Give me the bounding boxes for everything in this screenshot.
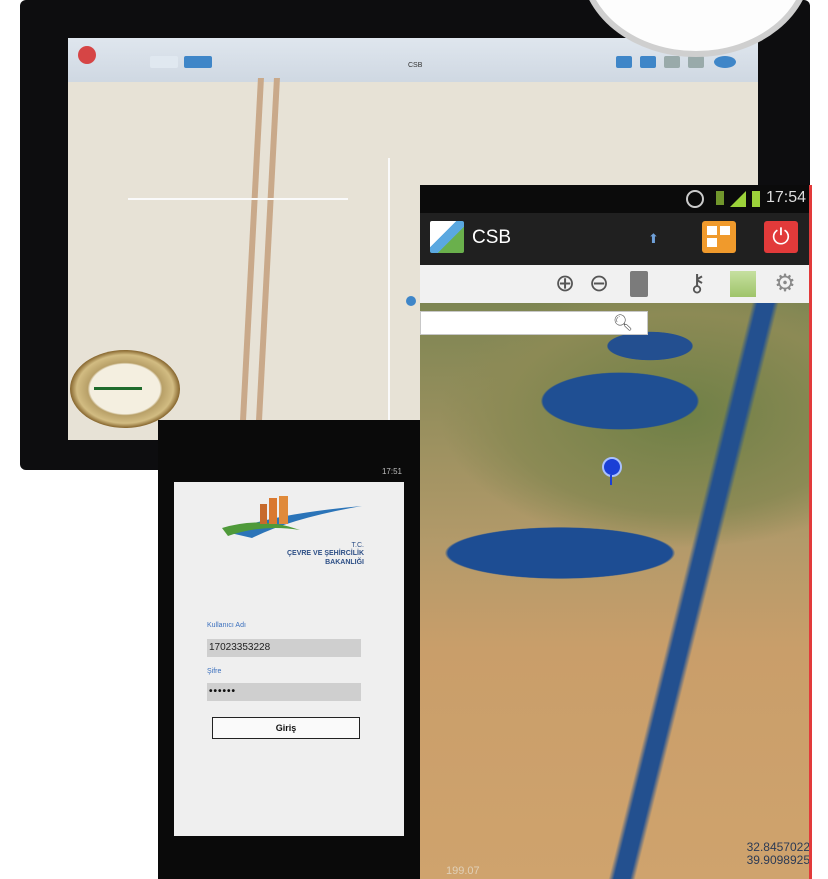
scale-label: 199.07	[446, 865, 480, 877]
tablet-tool-icon[interactable]	[664, 56, 680, 68]
status-bar: 17:54	[420, 185, 812, 213]
compass-icon	[70, 350, 180, 428]
android-phone: 17:54 CSB ⬆ ⏻ ⊕ ⊖ ⚷ ⚙ 🔍︎ 32.8457022 39.9…	[420, 185, 812, 879]
phone-bezel	[174, 836, 404, 879]
tablet-globe-icon[interactable]	[714, 56, 736, 68]
map-toolbar: ⊕ ⊖ ⚷ ⚙	[420, 265, 812, 304]
gear-icon[interactable]: ⚙	[770, 269, 800, 299]
tablet-tool-icon[interactable]	[688, 56, 704, 68]
ministry-name: ÇEVRE VE ŞEHİRCİLİK	[286, 550, 364, 557]
login-button[interactable]: Giriş	[212, 717, 360, 739]
tablet-tool-icon[interactable]	[640, 56, 656, 68]
windows-phone: 17:51 T.C. ÇEVRE VE ŞEHİRCİLİK BAKANLIĞI…	[158, 420, 420, 879]
satellite-map[interactable]: 🔍︎ 32.8457022 39.9098925 199.07	[420, 303, 812, 879]
tablet-tab[interactable]	[150, 56, 178, 68]
search-icon[interactable]: 🔍︎	[613, 313, 633, 333]
coordinates-readout: 32.8457022 39.9098925	[747, 841, 810, 867]
key-icon[interactable]: ⚷	[682, 269, 712, 299]
status-time: 17:51	[381, 467, 402, 476]
grid-cell-icon	[720, 226, 730, 235]
tablet-app-logo	[78, 46, 96, 64]
password-field[interactable]: ••••••	[207, 683, 361, 701]
street	[388, 158, 390, 440]
username-label: Kullanıcı Adı	[207, 622, 246, 629]
zoom-out-icon[interactable]: ⊖	[584, 269, 614, 299]
zoom-in-icon[interactable]: ⊕	[550, 269, 580, 299]
logo-building	[260, 504, 267, 524]
grid-cell-icon	[707, 238, 717, 247]
logo-building	[279, 496, 288, 524]
grid-menu-button[interactable]	[702, 221, 736, 253]
logo-swoosh-blue	[226, 506, 362, 538]
username-field[interactable]: 17023353228	[207, 639, 361, 657]
compass-needle	[94, 387, 142, 390]
action-bar: CSB ⬆ ⏻	[420, 213, 812, 265]
trash-icon[interactable]	[630, 271, 648, 297]
phone-edge	[809, 185, 812, 879]
location-pin-icon[interactable]	[602, 457, 622, 477]
layers-icon[interactable]	[730, 271, 756, 297]
battery-icon	[752, 191, 760, 207]
grid-cell-icon	[707, 226, 717, 235]
tablet-title: CSB	[408, 62, 423, 69]
tablet-tab-active[interactable]	[184, 56, 212, 68]
login-screen: 17:51 T.C. ÇEVRE VE ŞEHİRCİLİK BAKANLIĞI…	[174, 467, 404, 836]
app-logo	[430, 221, 464, 253]
alarm-icon	[686, 190, 704, 208]
location-pin-stem	[610, 475, 612, 485]
app-title: CSB	[472, 227, 512, 248]
tablet-tool-icon[interactable]	[616, 56, 632, 68]
ministry-logo	[222, 496, 362, 538]
latitude-value: 39.9098925	[746, 853, 810, 867]
location-marker[interactable]	[406, 296, 416, 306]
signal-icon	[730, 191, 746, 207]
street	[128, 198, 348, 200]
logo-building	[269, 498, 277, 524]
search-input[interactable]: 🔍︎	[420, 311, 648, 335]
ministry-tc: T.C.	[351, 542, 364, 549]
usb-icon	[716, 191, 724, 205]
status-time: 17:54	[765, 189, 806, 206]
ministry-name: BAKANLIĞI	[325, 559, 364, 566]
upload-icon[interactable]: ⬆	[648, 231, 660, 246]
password-label: Şifre	[207, 668, 222, 675]
power-button[interactable]: ⏻	[764, 221, 798, 253]
